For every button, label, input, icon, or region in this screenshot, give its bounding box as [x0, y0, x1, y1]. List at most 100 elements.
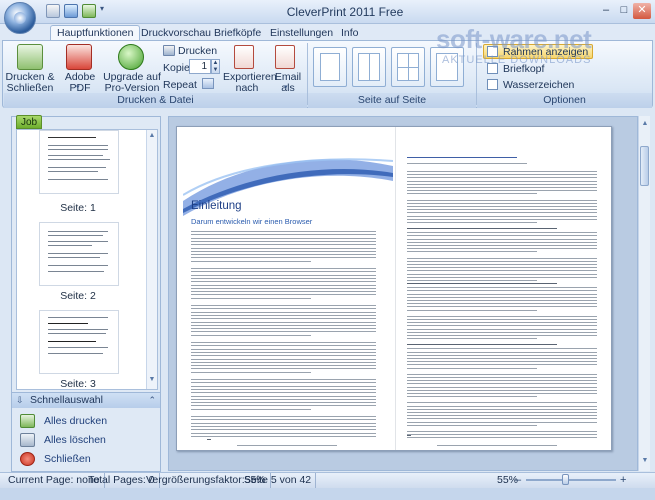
document-text-line	[407, 344, 557, 346]
collapse-icon[interactable]: ⇩	[16, 393, 24, 408]
document-text-line	[407, 437, 597, 439]
document-text-line	[407, 348, 597, 350]
document-text-line	[191, 371, 311, 373]
document-text-line	[407, 373, 597, 375]
document-text-line	[191, 355, 376, 357]
document-text-line	[407, 351, 597, 353]
document-text-line	[191, 416, 376, 417]
drucken-button[interactable]: Drucken	[178, 45, 217, 57]
document-text-line	[191, 435, 376, 437]
document-text-line	[407, 248, 597, 250]
thumbnail-scrollbar[interactable]: ▲ ▼	[146, 130, 157, 389]
thumbnail-page-1[interactable]	[39, 130, 119, 194]
group-label-options: Optionen	[477, 93, 652, 108]
email-dropdown-icon[interactable]: ▾	[284, 83, 288, 91]
document-text-line	[191, 405, 376, 407]
page-fold	[395, 127, 396, 450]
quick-save-icon[interactable]	[46, 4, 60, 18]
document-text-line	[237, 445, 337, 446]
thumbnail-list[interactable]: Seite: 1 Seite: 2 Seite: 3	[16, 129, 158, 390]
job-tab[interactable]: Job	[16, 115, 42, 129]
thumbnail-page-3[interactable]	[39, 310, 119, 374]
document-text-line	[407, 283, 557, 285]
tab-druckvorschau[interactable]: Druckvorschau	[134, 25, 218, 40]
document-text-line	[191, 331, 376, 333]
document-text-line	[191, 287, 376, 289]
document-text-line	[191, 422, 376, 424]
qat-dropdown-icon[interactable]: ▾	[100, 4, 108, 18]
zoom-slider-track[interactable]	[526, 479, 616, 481]
document-text-line	[407, 264, 597, 265]
document-text-line	[191, 334, 311, 336]
quick-close[interactable]: Schließen	[18, 450, 91, 468]
email-button[interactable]: Email als	[271, 72, 305, 94]
tab-hauptfunktionen[interactable]: Hauptfunktionen	[50, 25, 141, 40]
layout-2up-button[interactable]	[352, 47, 386, 87]
thumbnail-label-1: Seite: 1	[60, 202, 96, 214]
minimize-button[interactable]: –	[597, 3, 615, 19]
document-text-line	[191, 247, 376, 249]
document-text-line	[407, 431, 597, 432]
thumbnail-page-2[interactable]	[39, 222, 119, 286]
document-text-line	[191, 260, 311, 262]
repeat-icon[interactable]	[202, 78, 214, 89]
document-text-line	[191, 250, 376, 252]
document-text-line	[191, 392, 376, 394]
document-text-line	[407, 296, 597, 298]
document-text-line	[191, 305, 376, 306]
document-text-line	[407, 177, 597, 179]
app-orb-icon[interactable]	[4, 2, 36, 34]
document-text-line	[407, 354, 597, 356]
document-text-line	[191, 398, 376, 400]
watermark-tagline: AKTUELLE DOWNLOADS	[442, 54, 592, 66]
document-text-line	[191, 291, 376, 293]
quick-print-icon[interactable]	[82, 4, 96, 18]
adobe-pdf-button[interactable]: Adobe PDF	[57, 72, 103, 94]
upgrade-pro-button[interactable]: Upgrade auf Pro-Version	[103, 72, 161, 94]
document-text-line	[191, 234, 376, 236]
document-text-line	[407, 215, 597, 217]
zoom-slider-thumb[interactable]	[562, 474, 569, 485]
document-text-line	[407, 290, 597, 292]
wasserzeichen-checkbox-icon[interactable]	[487, 79, 498, 90]
adobe-pdf-dropdown-icon[interactable]: ▾	[76, 83, 80, 91]
quick-delete-all-label: Alles löschen	[44, 434, 106, 446]
kopien-input[interactable]: 1	[189, 59, 211, 74]
maximize-button[interactable]: □	[615, 3, 633, 19]
kopien-stepper[interactable]: ▲ ▼	[211, 59, 220, 74]
tab-briefkoepfe[interactable]: Briefköpfe	[207, 25, 268, 40]
zoom-out-button[interactable]: –	[515, 473, 521, 488]
document-text-line	[407, 183, 597, 185]
preview-scrollbar[interactable]: ▲ ▼	[638, 116, 650, 471]
zoom-in-button[interactable]: +	[620, 473, 626, 488]
chevron-up-icon[interactable]: ⌃	[148, 393, 156, 408]
quick-select-header[interactable]: ⇩ Schnellauswahl ⌃	[12, 392, 160, 408]
export-button[interactable]: Exportieren nach	[223, 72, 277, 94]
layout-4up-button[interactable]	[391, 47, 425, 87]
option-wasserzeichen-label[interactable]: Wasserzeichen	[503, 79, 574, 91]
document-text-line	[407, 171, 597, 172]
window-bottom-edge	[0, 488, 655, 500]
tab-info[interactable]: Info	[334, 25, 366, 40]
document-text-line	[437, 445, 557, 446]
document-text-line	[407, 222, 537, 223]
document-text-line	[191, 348, 376, 350]
document-text-line	[407, 193, 537, 195]
document-text-line	[407, 386, 597, 388]
document-text-line	[191, 351, 376, 353]
document-text-line	[407, 389, 597, 391]
email-icon	[275, 45, 295, 69]
quick-print-all[interactable]: Alles drucken	[18, 412, 107, 430]
print-close-button[interactable]: Drucken & Schließen	[5, 72, 55, 94]
quick-open-icon[interactable]	[64, 4, 78, 18]
document-text-line	[407, 338, 537, 340]
close-window-button[interactable]: ✕	[633, 3, 651, 19]
tab-einstellungen[interactable]: Einstellungen	[263, 25, 340, 40]
printer-green-icon	[20, 414, 35, 428]
document-text-line	[407, 303, 597, 305]
document-text-line	[191, 314, 376, 316]
preview-scroll-thumb[interactable]	[640, 146, 649, 186]
quick-delete-all[interactable]: Alles löschen	[18, 431, 106, 449]
layout-1up-button[interactable]	[313, 47, 347, 87]
preview-page[interactable]: Einleitung Darum entwickeln wir einen Br…	[176, 126, 612, 451]
